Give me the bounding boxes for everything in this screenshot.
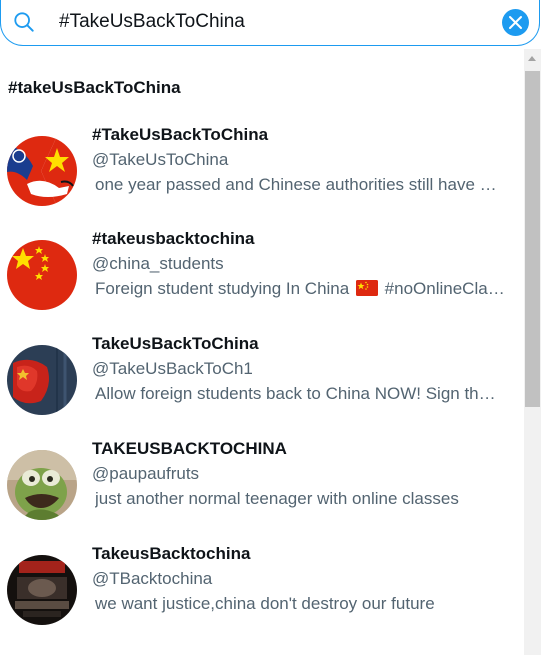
result-name: TakeUsBackToChina [92,334,259,353]
result-name: #TakeUsBackToChina [92,125,269,144]
result-bio: Allow foreign students back to China NOW… [95,384,505,403]
result-name: TakeusBacktochina [92,544,251,563]
avatar [7,555,77,625]
user-result-china-students[interactable]: #takeusbacktochina @china_students Forei… [0,229,522,344]
result-handle: @TBacktochina [92,569,213,588]
scroll-up-arrow-icon[interactable] [528,56,536,61]
avatar [7,450,77,520]
result-bio: we want justice,china don't destroy our … [95,594,435,613]
result-handle: @TakeUsToChina [92,150,229,169]
result-name: TAKEUSBACKTOCHINA [92,439,287,458]
avatar [7,240,77,310]
clear-search-button[interactable] [502,9,529,36]
query-suggestion[interactable]: #takeUsBackToChina [0,68,522,108]
result-handle: @paupaufruts [92,464,200,483]
search-dropdown: #takeUsBackToChina #TakeUsBackToChina @T… [0,0,541,655]
china-flag-icon [355,280,378,296]
scrollbar-thumb[interactable] [525,71,540,407]
result-name: #takeusbacktochina [92,229,255,248]
avatar [7,345,77,415]
result-bio: one year passed and Chinese authorities … [95,175,505,194]
result-handle: @TakeUsBackToCh1 [92,359,253,378]
result-handle: @china_students [92,254,224,273]
bio-text-end: #noOnlineClasses [384,279,505,298]
user-result-paupaufruts[interactable]: TAKEUSBACKTOCHINA @paupaufruts just anot… [0,439,522,554]
search-input[interactable] [59,9,479,35]
user-result-tbacktochina[interactable]: TakeusBacktochina @TBacktochina we want … [0,544,522,655]
bio-text-start: Foreign student studying In China [95,279,354,298]
result-bio: just another normal teenager with online… [95,489,459,508]
result-bio: Foreign student studying In China #noOnl… [95,279,505,299]
user-result-takeusbacktoch1[interactable]: TakeUsBackToChina @TakeUsBackToCh1 Allow… [0,334,522,449]
query-suggestion-text: #takeUsBackToChina [8,78,181,97]
search-icon [14,12,34,32]
close-icon [509,16,522,29]
search-bar [0,0,540,46]
user-result-takeustochina[interactable]: #TakeUsBackToChina @TakeUsToChina one ye… [0,125,522,240]
avatar [7,136,77,206]
